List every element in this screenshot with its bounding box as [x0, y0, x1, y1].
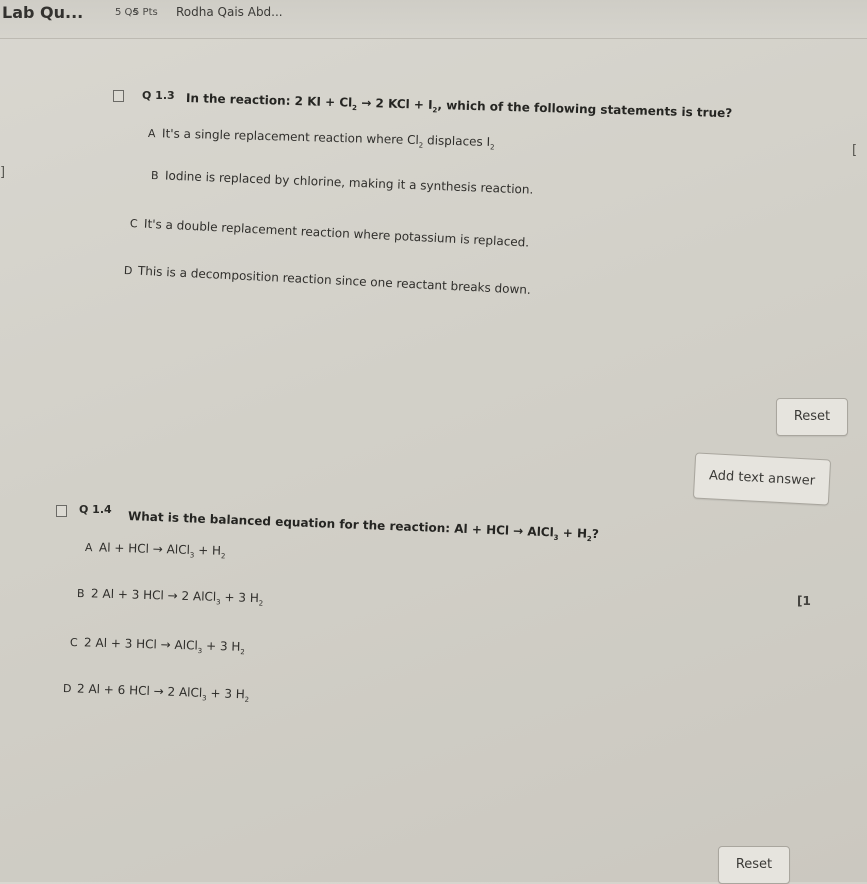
q14-reset-button[interactable]: Reset — [718, 846, 790, 884]
student-name: Rodha Qais Abd... — [176, 5, 283, 19]
q13-number: Q 1.3 — [142, 89, 175, 102]
q14-prompt: What is the balanced equation for the re… — [127, 509, 600, 544]
q13-option-a[interactable]: A It's a single replacement reaction wher… — [148, 126, 495, 151]
q13-option-b[interactable]: B Iodine is replaced by chlorine, making … — [151, 168, 534, 197]
right-edge-bracket: [ — [852, 143, 858, 158]
q14-option-a[interactable]: A Al + HCl → AlCl3 + H2 — [85, 540, 226, 560]
q13-flag-checkbox[interactable] — [113, 90, 124, 102]
points-label: 5 Pts — [133, 7, 158, 18]
q14-points-marker: [1 — [797, 594, 811, 608]
q13-reset-button[interactable]: Reset — [776, 398, 848, 436]
q14-flag-checkbox[interactable] — [56, 505, 67, 517]
q13-prompt: In the reaction: 2 KI + Cl2 → 2 KCl + I2… — [185, 91, 733, 121]
q14-option-b[interactable]: B2 Al + 3 HCl → 2 AlCl3 + 3 H2 — [77, 586, 264, 607]
left-edge-bracket: ] — [0, 165, 6, 180]
q14-number: Q 1.4 — [79, 503, 112, 516]
q14-option-d[interactable]: D2 Al + 6 HCl → 2 AlCl3 + 3 H2 — [63, 681, 250, 703]
add-text-answer-button[interactable]: Add text answer — [692, 452, 832, 506]
quiz-title[interactable]: Lab Qu... — [2, 3, 83, 22]
top-bar: Lab Qu... 5 Qs 5 Pts Rodha Qais Abd... — [0, 0, 867, 39]
q13-option-d[interactable]: D This is a decomposition reaction since … — [124, 263, 531, 297]
q13-option-c[interactable]: C It's a double replacement reaction wher… — [130, 216, 530, 250]
q14-option-c[interactable]: C2 Al + 3 HCl → AlCl3 + 3 H2 — [70, 635, 245, 656]
